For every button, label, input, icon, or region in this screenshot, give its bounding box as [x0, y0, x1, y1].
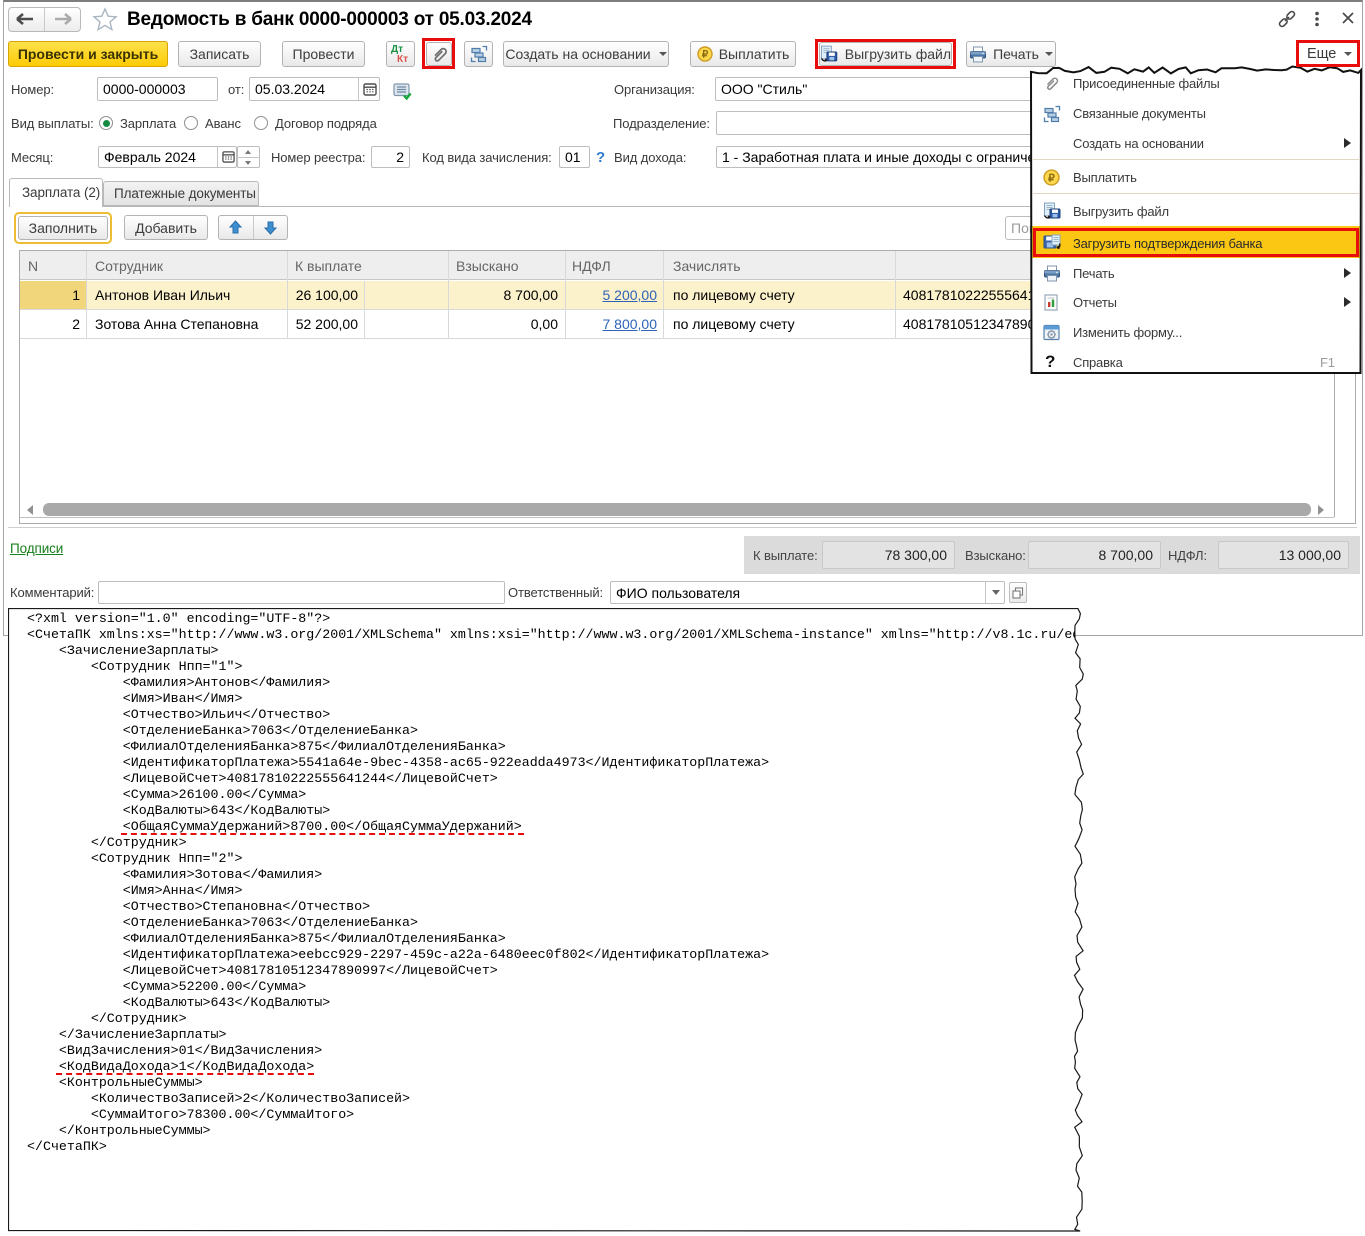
- svg-text:₽: ₽: [702, 50, 709, 61]
